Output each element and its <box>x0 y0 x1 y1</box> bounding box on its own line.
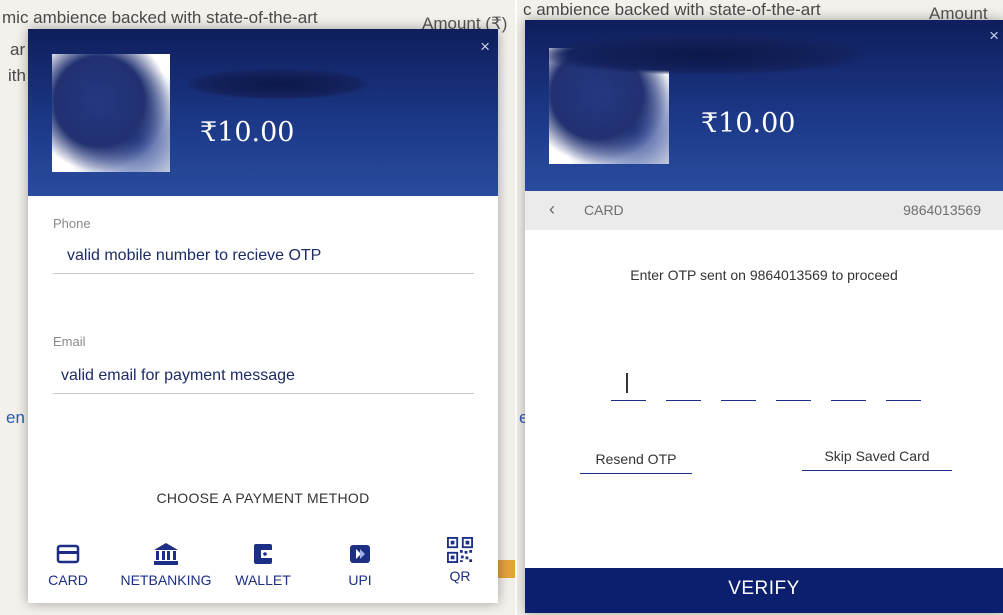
close-icon[interactable]: × <box>480 37 490 57</box>
wallet-icon <box>254 544 272 564</box>
background-link[interactable]: en <box>6 408 25 428</box>
bank-icon <box>154 543 178 565</box>
otp-digit-input[interactable] <box>886 365 921 401</box>
method-card[interactable]: CARD <box>44 541 92 588</box>
verify-button[interactable]: VERIFY <box>525 568 1003 613</box>
resend-otp-button[interactable]: Resend OTP <box>580 451 692 474</box>
phone-field[interactable]: valid mobile number to recieve OTP <box>53 247 474 274</box>
background-text: ar <box>10 40 26 59</box>
background-text: c ambience backed with state-of-the-art <box>523 0 821 19</box>
choose-payment-method-heading: CHOOSE A PAYMENT METHOD <box>156 490 370 506</box>
checkout-modal-details: ₹10.00 × Phone valid mobile number to re… <box>28 29 498 603</box>
otp-digit-input[interactable] <box>666 365 701 401</box>
payment-breadcrumb: ‹ CARD 9864013569 <box>525 191 1003 230</box>
email-label: Email <box>53 334 86 349</box>
close-icon[interactable]: × <box>989 26 999 46</box>
back-chevron-icon[interactable]: ‹ <box>549 199 555 220</box>
method-label: UPI <box>348 572 372 588</box>
checkout-modal-otp: ₹10.00 × ‹ CARD 9864013569 Enter OTP sen… <box>525 20 1003 613</box>
background-text: ith <box>8 66 26 85</box>
method-upi[interactable]: UPI <box>340 541 380 588</box>
method-label: NETBANKING <box>120 572 212 588</box>
method-label: QR <box>449 568 471 584</box>
otp-digit-input[interactable] <box>831 365 866 401</box>
phone-label: Phone <box>53 216 91 231</box>
payment-amount: ₹10.00 <box>701 108 796 139</box>
selected-method-label: CARD <box>584 202 624 218</box>
method-label: WALLET <box>235 572 291 588</box>
merchant-logo <box>52 54 170 172</box>
merchant-name-redacted <box>188 69 368 99</box>
screenshot-divider <box>515 0 517 615</box>
otp-digit-input[interactable] <box>776 365 811 401</box>
payment-amount: ₹10.00 <box>200 117 295 148</box>
method-label: CARD <box>48 572 88 588</box>
method-qr[interactable]: QR <box>440 537 480 584</box>
otp-digit-input[interactable] <box>611 365 646 401</box>
card-icon <box>56 544 80 564</box>
method-netbanking[interactable]: NETBANKING <box>116 541 216 588</box>
payment-methods: CARD NETBANKING WALLET UPI QR <box>28 537 498 591</box>
background-decoration <box>496 560 515 578</box>
upi-icon <box>350 545 370 563</box>
modal-header: ₹10.00 × <box>525 20 1003 191</box>
qr-icon <box>447 537 473 563</box>
contact-phone: 9864013569 <box>903 202 981 218</box>
skip-saved-card-button[interactable]: Skip Saved Card <box>802 448 952 471</box>
modal-header: ₹10.00 × <box>28 29 498 196</box>
method-wallet[interactable]: WALLET <box>231 541 295 588</box>
merchant-name-redacted <box>545 34 865 74</box>
otp-instructions: Enter OTP sent on 9864013569 to proceed <box>630 267 898 283</box>
otp-digit-input[interactable] <box>721 365 756 401</box>
text-cursor <box>626 373 628 393</box>
email-field[interactable]: valid email for payment message <box>53 367 474 394</box>
background-text: mic ambience backed with state-of-the-ar… <box>2 8 318 27</box>
